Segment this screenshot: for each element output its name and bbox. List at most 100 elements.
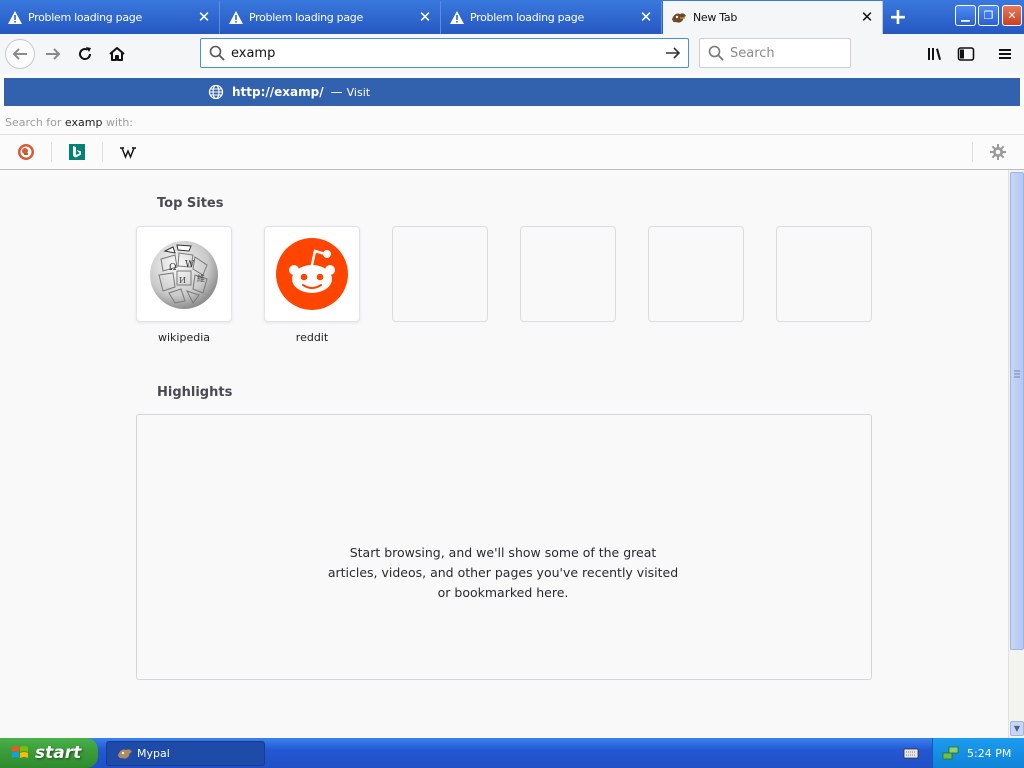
top-site-tile-empty[interactable]	[392, 226, 488, 322]
scroll-down-button[interactable]: ▼	[1010, 721, 1024, 736]
navigation-toolbar	[0, 34, 1024, 74]
duckduckgo-icon	[18, 144, 34, 160]
tab-title: Problem loading page	[470, 11, 584, 24]
window-close-button[interactable]: ✕	[1002, 5, 1022, 26]
windows-flag-icon	[12, 746, 28, 758]
tab-title: Problem loading page	[249, 11, 363, 24]
warning-icon	[8, 11, 22, 24]
menu-button[interactable]	[990, 39, 1020, 69]
clock[interactable]: 5:24 PM	[967, 747, 1011, 760]
top-site-tile-empty[interactable]	[648, 226, 744, 322]
reload-button[interactable]	[70, 39, 100, 69]
engine-divider	[972, 142, 973, 162]
taskbar-item-label: Mypal	[137, 747, 170, 760]
home-icon	[109, 47, 125, 61]
hamburger-menu-icon	[999, 49, 1011, 59]
svg-text:Ω: Ω	[169, 263, 176, 273]
tab-title: New Tab	[693, 11, 738, 24]
scrollbar-thumb[interactable]	[1010, 172, 1024, 650]
search-settings-button[interactable]	[985, 141, 1011, 163]
tab-problem-loading-3[interactable]: Problem loading page ✕	[442, 1, 662, 34]
suggestion-separator: —	[330, 85, 343, 99]
visit-suggestion-row[interactable]: http://examp/ — Visit	[4, 78, 1020, 106]
suggestion-url: http://examp/	[232, 85, 324, 99]
gear-icon	[990, 144, 1006, 160]
bing-engine-button[interactable]	[64, 141, 90, 163]
sidebar-icon	[957, 47, 975, 61]
search-for-label: Search for examp with:	[5, 116, 133, 129]
mypal-icon	[118, 748, 132, 759]
top-site-tile-empty[interactable]	[776, 226, 872, 322]
reddit-icon	[276, 238, 348, 310]
tab-close-icon[interactable]: ✕	[197, 10, 211, 25]
search-icon	[209, 45, 225, 61]
search-for-term: examp	[64, 116, 103, 129]
search-input[interactable]	[730, 45, 840, 61]
one-off-search-engines	[0, 134, 1024, 168]
new-tab-button[interactable]: +	[884, 4, 912, 30]
arrow-left-icon	[12, 48, 27, 60]
start-label: start	[35, 743, 82, 763]
engine-divider	[102, 142, 103, 162]
highlights-empty-state: Start browsing, and we'll show some of t…	[136, 414, 872, 680]
window-maximize-button[interactable]: ❐	[978, 5, 999, 26]
vertical-scrollbar[interactable]: ▼	[1008, 170, 1024, 738]
globe-icon	[208, 84, 224, 100]
svg-text:И: И	[179, 276, 186, 285]
bing-icon	[69, 144, 85, 160]
search-for-prefix: Search for	[5, 116, 65, 129]
search-bar[interactable]	[699, 38, 851, 68]
highlights-title: Highlights	[157, 385, 233, 400]
svg-text:W: W	[185, 260, 195, 270]
network-icon[interactable]	[942, 745, 960, 761]
reload-icon	[79, 47, 92, 60]
warning-icon	[229, 11, 243, 24]
tab-problem-loading-2[interactable]: Problem loading page ✕	[221, 1, 441, 34]
warning-icon	[450, 11, 464, 24]
url-autocomplete-popup: http://examp/ — Visit Search for examp w…	[0, 74, 1024, 170]
home-button[interactable]	[102, 39, 132, 69]
wikipedia-icon	[120, 147, 136, 159]
search-for-suffix: with:	[102, 116, 133, 129]
highlights-message: Start browsing, and we'll show some of t…	[327, 545, 679, 600]
window-minimize-button[interactable]: ▁	[955, 5, 976, 26]
url-bar[interactable]	[200, 38, 689, 68]
duckduckgo-engine-button[interactable]	[13, 141, 39, 163]
tab-new-tab[interactable]: New Tab ✕	[663, 1, 883, 34]
top-site-label: wikipedia	[157, 331, 210, 344]
search-icon	[708, 45, 724, 61]
top-site-label: reddit	[295, 331, 329, 344]
top-site-tile-wikipedia[interactable]: Ω W И 維	[136, 226, 232, 322]
url-input[interactable]	[231, 45, 661, 61]
top-site-tile-reddit[interactable]	[264, 226, 360, 322]
forward-button[interactable]	[38, 39, 68, 69]
go-button[interactable]	[661, 41, 685, 65]
start-button[interactable]: start	[0, 738, 98, 768]
suggestion-action: Visit	[346, 85, 371, 99]
top-site-tile-empty[interactable]	[520, 226, 616, 322]
engine-divider	[51, 142, 52, 162]
wikipedia-globe-icon: Ω W И 維	[150, 241, 218, 309]
taskbar-item-mypal[interactable]: Mypal	[106, 741, 265, 766]
mypal-icon	[672, 12, 686, 23]
svg-text:維: 維	[197, 273, 205, 283]
back-button[interactable]	[5, 39, 35, 69]
taskbar: start Mypal 5:24 PM	[0, 738, 1024, 768]
tab-close-icon[interactable]: ✕	[639, 10, 653, 25]
wikipedia-engine-button[interactable]	[115, 141, 141, 163]
tab-strip: Problem loading page ✕ Problem loading p…	[0, 0, 1024, 34]
tab-close-icon[interactable]: ✕	[418, 10, 432, 25]
tab-problem-loading-1[interactable]: Problem loading page ✕	[0, 1, 220, 34]
system-tray: 5:24 PM	[932, 738, 1024, 768]
sidebar-button[interactable]	[951, 39, 981, 69]
top-sites-title: Top Sites	[157, 196, 224, 211]
grip-icon	[1014, 370, 1020, 378]
new-tab-page: Top Sites Ω W И 維 wikipedia reddit Highl…	[0, 170, 1008, 738]
tab-close-icon[interactable]: ✕	[860, 10, 874, 25]
tab-title: Problem loading page	[28, 11, 142, 24]
library-button[interactable]	[920, 39, 950, 69]
keyboard-icon[interactable]	[903, 746, 919, 760]
library-icon	[928, 48, 941, 60]
arrow-right-icon	[666, 47, 681, 59]
arrow-right-icon	[46, 48, 61, 60]
